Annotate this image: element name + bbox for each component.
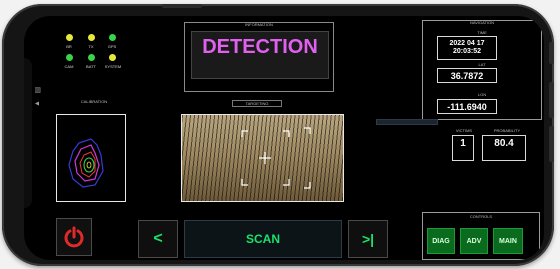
time-readout: 2022 04 17 20:03:52 bbox=[437, 36, 497, 60]
adv-button[interactable]: ADV bbox=[460, 228, 488, 254]
lon-label: LON bbox=[477, 92, 487, 97]
app-screen: ▤ ▲ BR TX GPS CAM BATT SYSTEM CALIBRATIO… bbox=[24, 16, 544, 260]
info-connector bbox=[376, 119, 438, 125]
date-value: 2022 04 17 bbox=[449, 40, 485, 47]
probability-value: 80.4 bbox=[482, 135, 526, 161]
wifi-icon: ▤ bbox=[34, 86, 42, 94]
led-br bbox=[66, 34, 73, 41]
scan-button[interactable]: SCAN bbox=[184, 220, 342, 258]
information-panel: INFORMATION DETECTION bbox=[184, 22, 334, 92]
led-cam bbox=[66, 54, 73, 61]
power-button[interactable] bbox=[56, 218, 92, 256]
led-batt bbox=[88, 54, 95, 61]
victims-value: 1 bbox=[452, 135, 474, 161]
lat-value: 36.7872 bbox=[437, 68, 497, 83]
lon-value: -111.6940 bbox=[437, 99, 497, 114]
led-label-br: BR bbox=[66, 44, 72, 49]
information-label: INFORMATION bbox=[245, 22, 273, 27]
led-tx bbox=[88, 34, 95, 41]
prev-button[interactable]: < bbox=[138, 220, 178, 258]
navigation-label: NAVIGATION bbox=[469, 20, 495, 25]
probability-label: PROBABILITY bbox=[493, 128, 521, 133]
main-button[interactable]: MAIN bbox=[493, 228, 523, 254]
led-label-gps: GPS bbox=[107, 44, 117, 49]
victims-label: VICTIMS bbox=[455, 128, 473, 133]
diag-button[interactable]: DIAG bbox=[427, 228, 455, 254]
led-system bbox=[109, 54, 116, 61]
navigation-panel: NAVIGATION TIME 2022 04 17 20:03:52 LAT … bbox=[422, 20, 542, 120]
power-icon bbox=[64, 226, 84, 248]
skip-button[interactable]: >| bbox=[348, 220, 388, 258]
led-label-system: SYSTEM bbox=[104, 64, 122, 69]
calibration-label: CALIBRATION bbox=[80, 99, 108, 104]
phone-top-button bbox=[162, 4, 202, 8]
crosshair-icon bbox=[241, 127, 311, 189]
calibration-plot bbox=[68, 138, 104, 188]
calibration-panel bbox=[56, 114, 126, 202]
camera-notch bbox=[24, 58, 32, 208]
lat-label: LAT bbox=[478, 62, 486, 67]
led-gps bbox=[109, 34, 116, 41]
led-label-cam: CAM bbox=[64, 64, 74, 69]
phone-side-button bbox=[549, 82, 554, 118]
detection-status: DETECTION bbox=[191, 31, 329, 79]
signal-icon: ▲ bbox=[33, 100, 41, 107]
phone-frame: ▤ ▲ BR TX GPS CAM BATT SYSTEM CALIBRATIO… bbox=[2, 4, 554, 266]
time-label: TIME bbox=[477, 30, 487, 35]
phone-side-button bbox=[549, 42, 554, 64]
time-value: 20:03:52 bbox=[452, 48, 482, 55]
controls-label: CONTROLS bbox=[469, 214, 493, 219]
phone-side-button bbox=[549, 126, 554, 162]
targeting-label: TARGETING bbox=[232, 100, 282, 107]
targeting-view[interactable] bbox=[181, 114, 344, 202]
